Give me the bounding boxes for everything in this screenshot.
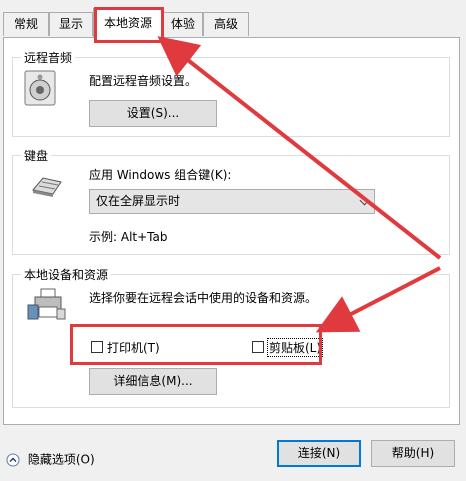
annotation-arrows xyxy=(157,36,442,333)
arrow-to-tab xyxy=(157,36,442,260)
arrow-to-checkboxes xyxy=(315,266,441,333)
